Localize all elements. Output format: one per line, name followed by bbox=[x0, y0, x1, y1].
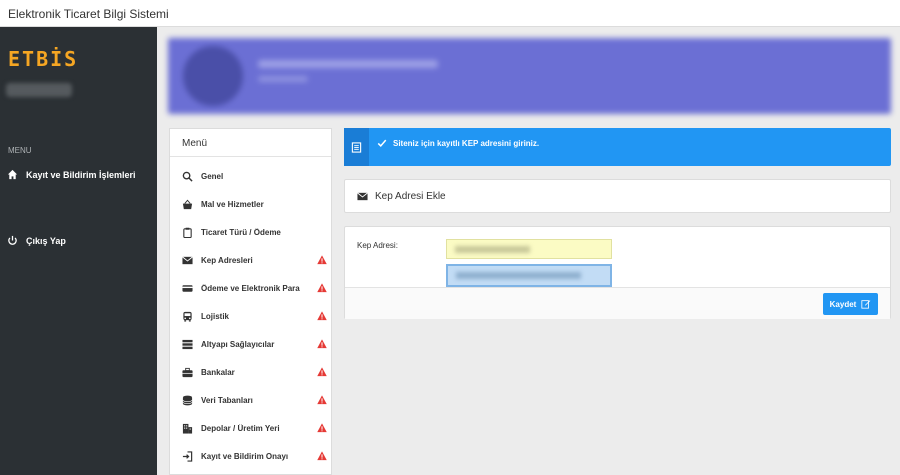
sidebar-item-label: Çıkış Yap bbox=[26, 235, 66, 246]
kep-suggestion-value-redacted bbox=[456, 272, 581, 279]
form-footer: Kaydet bbox=[345, 287, 890, 319]
sidebar-menu-heading: MENU bbox=[8, 146, 32, 155]
menu-item-veri-tabanlari[interactable]: Veri Tabanları bbox=[182, 393, 327, 407]
briefcase-icon bbox=[182, 367, 193, 377]
save-button[interactable]: Kaydet bbox=[823, 293, 878, 315]
menu-item-mal-hizmetler[interactable]: Mal ve Hizmetler bbox=[182, 197, 327, 211]
menu-item-altyapi[interactable]: Altyapı Sağlayıcılar bbox=[182, 337, 327, 351]
save-button-label: Kaydet bbox=[829, 299, 857, 309]
kep-address-suggestion[interactable] bbox=[446, 264, 612, 287]
menu-item-label: Genel bbox=[201, 171, 224, 181]
sidebar: ETBİS MENU Kayıt ve Bildirim İşlemleri Ç… bbox=[0, 27, 157, 475]
kep-address-input[interactable] bbox=[446, 239, 612, 259]
warning-icon bbox=[317, 339, 327, 349]
edit-icon bbox=[861, 300, 871, 309]
database-icon bbox=[182, 395, 193, 405]
document-icon bbox=[351, 141, 362, 153]
kep-address-label: Kep Adresi: bbox=[357, 241, 398, 250]
credit-card-icon bbox=[182, 284, 193, 292]
home-icon bbox=[7, 169, 18, 180]
menu-item-odeme[interactable]: Ödeme ve Elektronik Para bbox=[182, 281, 327, 295]
warning-icon bbox=[317, 283, 327, 293]
menu-item-depolar[interactable]: Depolar / Üretim Yeri bbox=[182, 421, 327, 435]
info-alert-icon-box bbox=[344, 128, 369, 166]
sign-in-icon bbox=[182, 450, 193, 462]
warning-icon bbox=[317, 451, 327, 461]
menu-item-label: Depolar / Üretim Yeri bbox=[201, 423, 280, 433]
envelope-icon bbox=[357, 192, 368, 201]
check-icon bbox=[377, 139, 387, 148]
clipboard-icon bbox=[183, 227, 192, 238]
menu-item-genel[interactable]: Genel bbox=[182, 169, 327, 183]
basket-icon bbox=[182, 199, 193, 209]
window-title: Elektronik Ticaret Bilgi Sistemi bbox=[8, 7, 169, 21]
menu-item-kep-adresleri[interactable]: Kep Adresleri bbox=[182, 253, 327, 267]
menu-item-lojistik[interactable]: Lojistik bbox=[182, 309, 327, 323]
menu-item-label: Veri Tabanları bbox=[201, 395, 253, 405]
menu-item-ticaret-turu[interactable]: Ticaret Türü / Ödeme bbox=[182, 225, 327, 239]
menu-item-label: Kayıt ve Bildirim Onayı bbox=[201, 451, 289, 461]
warning-icon bbox=[317, 395, 327, 405]
menu-item-label: Bankalar bbox=[201, 367, 235, 377]
company-banner-redacted bbox=[168, 38, 891, 114]
sidebar-item-kayit[interactable]: Kayıt ve Bildirim İşlemleri bbox=[7, 169, 136, 180]
bus-icon bbox=[183, 311, 192, 322]
power-icon bbox=[8, 235, 17, 245]
menu-item-label: Ticaret Türü / Ödeme bbox=[201, 227, 281, 237]
building-icon bbox=[182, 423, 193, 434]
info-alert: Siteniz için kayıtlı KEP adresini girini… bbox=[344, 128, 891, 166]
server-icon bbox=[182, 339, 193, 349]
menu-item-label: Altyapı Sağlayıcılar bbox=[201, 339, 275, 349]
menu-item-label: Lojistik bbox=[201, 311, 230, 321]
sidebar-item-logout[interactable]: Çıkış Yap bbox=[7, 235, 66, 246]
menu-item-label: Mal ve Hizmetler bbox=[201, 199, 264, 209]
window-titlebar: Elektronik Ticaret Bilgi Sistemi bbox=[0, 0, 900, 27]
menu-item-onay[interactable]: Kayıt ve Bildirim Onayı bbox=[182, 449, 327, 463]
menu-panel-title: Menü bbox=[170, 129, 331, 157]
kep-form-card: Kep Adresi: Kaydet bbox=[344, 226, 891, 319]
warning-icon bbox=[317, 255, 327, 265]
sidebar-item-label: Kayıt ve Bildirim İşlemleri bbox=[26, 169, 136, 180]
kep-address-value-redacted bbox=[455, 246, 530, 253]
info-message: Siteniz için kayıtlı KEP adresini girini… bbox=[393, 138, 540, 148]
company-logo-redacted bbox=[183, 46, 243, 106]
warning-icon bbox=[317, 311, 327, 321]
company-detail-redacted bbox=[258, 76, 308, 82]
menu-item-bankalar[interactable]: Bankalar bbox=[182, 365, 327, 379]
menu-item-label: Kep Adresleri bbox=[201, 255, 253, 265]
company-name-redacted bbox=[258, 60, 438, 68]
user-name-redacted bbox=[6, 83, 72, 97]
warning-icon bbox=[317, 367, 327, 377]
kep-add-card: Kep Adresi Ekle bbox=[344, 179, 891, 213]
envelope-icon bbox=[182, 255, 193, 264]
search-icon bbox=[182, 171, 193, 182]
kep-add-title: Kep Adresi Ekle bbox=[375, 191, 446, 202]
etbis-logo: ETBİS bbox=[8, 47, 79, 71]
warning-icon bbox=[317, 423, 327, 433]
menu-item-label: Ödeme ve Elektronik Para bbox=[201, 283, 300, 293]
menu-panel: Menü Genel Mal ve Hizmetler Ticaret Türü… bbox=[169, 128, 332, 475]
